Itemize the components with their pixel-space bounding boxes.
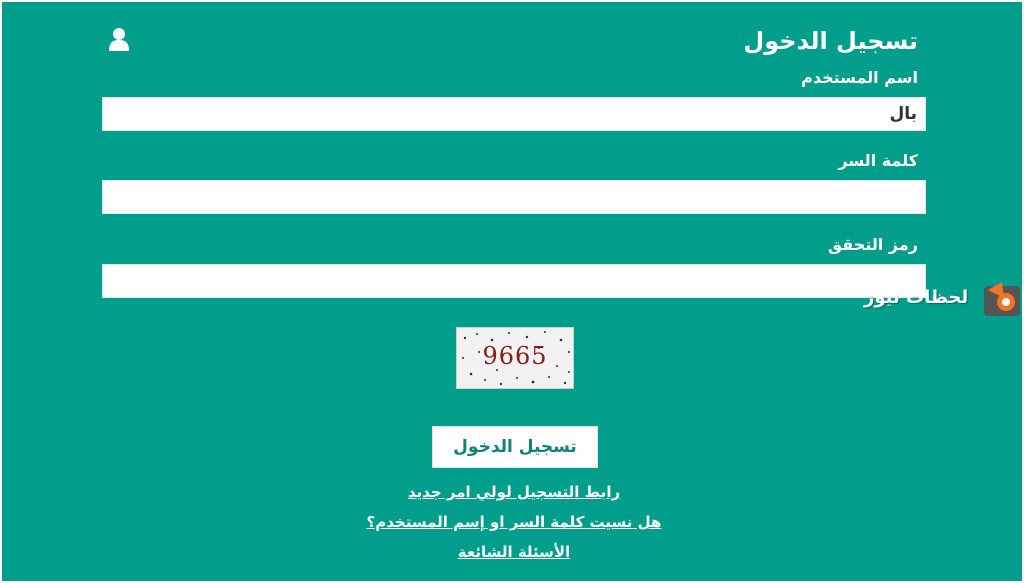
username-label: اسم المستخدم bbox=[801, 68, 918, 87]
watermark: لحظات نيوز bbox=[860, 280, 1024, 320]
captcha-code: 9665 bbox=[482, 342, 548, 370]
page-title: تسجيل الدخول bbox=[743, 27, 918, 55]
logo-icon bbox=[984, 282, 1020, 316]
captcha-label: رمز التحقق bbox=[827, 235, 918, 254]
login-panel: تسجيل الدخول اسم المستخدم كلمة السر رمز … bbox=[2, 2, 1022, 581]
captcha-image: 9665 bbox=[456, 327, 574, 389]
forgot-credentials-link[interactable]: هل نسيت كلمة السر او إسم المستخدم؟ bbox=[2, 513, 1024, 531]
register-parent-link[interactable]: رابط التسجيل لولي امر جديد bbox=[2, 483, 1024, 501]
faq-link[interactable]: الأسئلة الشائعة bbox=[2, 543, 1024, 561]
username-input[interactable] bbox=[102, 97, 926, 131]
password-input[interactable] bbox=[102, 180, 926, 214]
user-icon bbox=[109, 28, 129, 51]
watermark-text: لحظات نيوز bbox=[864, 287, 969, 308]
captcha-input[interactable] bbox=[102, 264, 926, 298]
login-button[interactable]: تسجيل الدخول bbox=[432, 426, 598, 468]
password-label: كلمة السر bbox=[838, 151, 918, 170]
